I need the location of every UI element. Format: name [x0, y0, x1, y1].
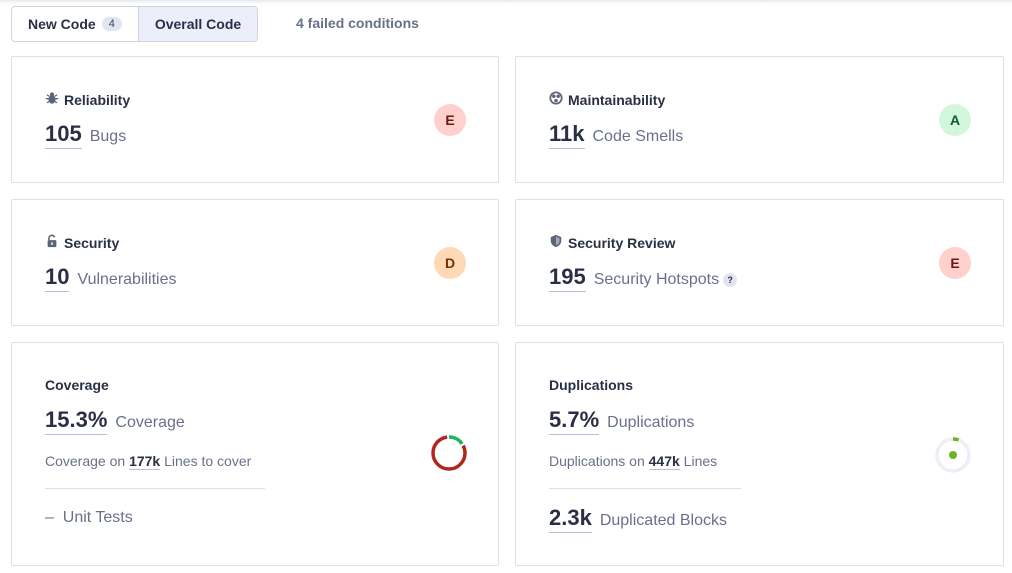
new-code-tab[interactable]: New Code 4: [12, 7, 138, 41]
vulnerabilities-count-link[interactable]: 10: [45, 264, 70, 292]
coverage-label: Coverage: [115, 414, 185, 431]
maintainability-icon: [549, 91, 563, 108]
maintainability-title: Maintainability: [549, 91, 665, 108]
duplications-divider: [549, 488, 741, 489]
security-review-rating-badge[interactable]: E: [939, 247, 971, 279]
duplications-indicator-dot: [949, 451, 957, 459]
vulnerabilities-label: Vulnerabilities: [77, 271, 177, 288]
maintainability-card: Maintainability 11k Code Smells A: [515, 56, 1004, 183]
duplications-label: Duplications: [607, 414, 695, 431]
coverage-percent-link[interactable]: 15.3%: [45, 407, 108, 435]
duplications-percent-link[interactable]: 5.7%: [549, 407, 600, 435]
coverage-divider: [45, 488, 265, 489]
security-hotspots-count-link[interactable]: 195: [549, 264, 586, 292]
reliability-card: Reliability 105 Bugs E: [11, 56, 499, 183]
unit-tests-row: – Unit Tests: [45, 509, 133, 527]
duplications-donut-chart: [935, 437, 971, 473]
bugs-label: Bugs: [89, 128, 127, 145]
duplicated-blocks-link[interactable]: 2.3k: [549, 505, 592, 533]
new-code-count-badge: 4: [101, 17, 122, 31]
header-shadow: [0, 0, 1012, 4]
help-icon[interactable]: ?: [723, 273, 738, 287]
duplicated-lines-link[interactable]: 447k: [648, 453, 680, 470]
duplications-card: Duplications 5.7% Duplications Duplicati…: [515, 342, 1004, 566]
code-period-toggle: New Code 4 Overall Code: [11, 6, 259, 42]
shield-icon: [549, 234, 563, 251]
bug-icon: [45, 91, 59, 108]
lines-to-cover-link[interactable]: 177k: [129, 453, 161, 470]
duplications-title: Duplications: [549, 377, 634, 393]
security-title: Security: [45, 234, 119, 251]
overall-code-tab[interactable]: Overall Code: [137, 7, 258, 41]
reliability-title: Reliability: [45, 91, 130, 108]
lock-icon: [45, 234, 59, 251]
security-review-title: Security Review: [549, 234, 675, 251]
maintainability-rating-badge[interactable]: A: [939, 104, 971, 136]
failed-conditions-link[interactable]: 4 failed conditions: [296, 15, 419, 31]
unit-tests-label: Unit Tests: [62, 509, 133, 526]
security-card: Security 10 Vulnerabilities D: [11, 199, 499, 326]
coverage-donut-chart: [431, 435, 467, 471]
unit-tests-value: –: [45, 509, 54, 526]
bugs-count-link[interactable]: 105: [45, 121, 82, 149]
coverage-card: Coverage 15.3% Coverage Coverage on 177k…: [11, 342, 499, 566]
code-smells-label: Code Smells: [592, 128, 684, 145]
security-rating-badge[interactable]: D: [434, 247, 466, 279]
duplicated-blocks-label: Duplicated Blocks: [599, 512, 727, 529]
security-review-card: Security Review 195 Security Hotspots? E: [515, 199, 1004, 326]
duplicated-lines-text: Duplications on 447k Lines: [549, 453, 718, 470]
lines-to-cover-text: Coverage on 177k Lines to cover: [45, 453, 252, 470]
security-hotspots-label: Security Hotspots?: [594, 271, 738, 289]
code-smells-count-link[interactable]: 11k: [549, 121, 585, 149]
coverage-title: Coverage: [45, 377, 109, 393]
new-code-label: New Code: [28, 16, 96, 32]
overall-code-label: Overall Code: [154, 16, 242, 32]
reliability-rating-badge[interactable]: E: [434, 104, 466, 136]
